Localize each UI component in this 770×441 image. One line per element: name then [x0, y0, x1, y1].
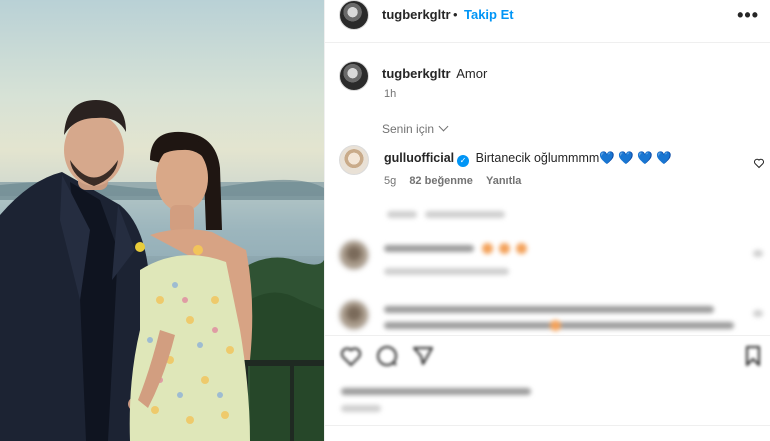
- view-replies-text: [425, 211, 505, 218]
- commenter-username[interactable]: gulluofficial: [384, 151, 454, 165]
- comment-likes[interactable]: 82 beğenme: [409, 175, 473, 187]
- blurred-avatar-2: [339, 300, 369, 330]
- comment-meta: 5g 82 beğenme Yanıtla: [384, 175, 521, 187]
- blurred-heart-1: [753, 250, 763, 257]
- comment-sort-dropdown[interactable]: Senin için: [382, 121, 449, 136]
- action-divider: [325, 335, 770, 336]
- comment-row: gulluofficial ✓ Birtanecik oğlummmm💙 💙 💙 …: [384, 151, 672, 167]
- blurred-post-time: [341, 405, 381, 412]
- caption-time: 1h: [384, 88, 397, 100]
- post-photo: [0, 0, 324, 441]
- chevron-down-icon: [438, 121, 449, 132]
- blurred-avatar-1: [339, 240, 369, 270]
- header-divider: [325, 42, 770, 43]
- blurred-heart-2: [753, 310, 763, 317]
- verified-badge-icon: ✓: [457, 155, 470, 167]
- caption-text: Amor: [456, 66, 488, 81]
- comment-input-divider: [325, 425, 770, 426]
- blurred-emoji-2: [499, 243, 510, 254]
- caption-row: tugberkgltr Amor: [382, 66, 487, 81]
- share-icon[interactable]: [411, 344, 435, 368]
- heart-icon[interactable]: [339, 344, 363, 368]
- blurred-emoji-3: [516, 243, 527, 254]
- comment-text: Birtanecik oğlummmm💙 💙 💙 💙: [475, 151, 672, 165]
- author-username[interactable]: tugberkgltr: [382, 7, 451, 22]
- comment-like-heart-icon[interactable]: [753, 157, 765, 169]
- follow-button[interactable]: Takip Et: [464, 7, 514, 22]
- blurred-meta-1: [384, 268, 509, 275]
- comment-icon[interactable]: [375, 344, 399, 368]
- more-options-icon[interactable]: •••: [737, 5, 759, 26]
- post-header: tugberkgltr • Takip Et •••: [325, 0, 770, 30]
- post-photo-illustration: [0, 100, 324, 441]
- blurred-comment-2-line-1: [384, 306, 714, 313]
- view-replies-line: [387, 211, 417, 218]
- blurred-emoji-4: [550, 320, 561, 331]
- post-details-pane: tugberkgltr • Takip Et ••• tugberkgltr A…: [324, 0, 770, 441]
- comment-time: 5g: [384, 175, 397, 187]
- blurred-emoji-1: [482, 243, 493, 254]
- comment-sort-label: Senin için: [382, 122, 435, 136]
- caption-avatar[interactable]: [339, 61, 369, 91]
- commenter-avatar[interactable]: [339, 145, 369, 175]
- blurred-username-1: [384, 245, 474, 252]
- author-avatar[interactable]: [339, 0, 369, 30]
- header-separator: •: [453, 7, 458, 22]
- comment-reply-button[interactable]: Yanıtla: [486, 175, 521, 187]
- bookmark-icon[interactable]: [741, 344, 765, 368]
- caption-username[interactable]: tugberkgltr: [382, 66, 451, 81]
- blurred-liked-by: [341, 388, 531, 395]
